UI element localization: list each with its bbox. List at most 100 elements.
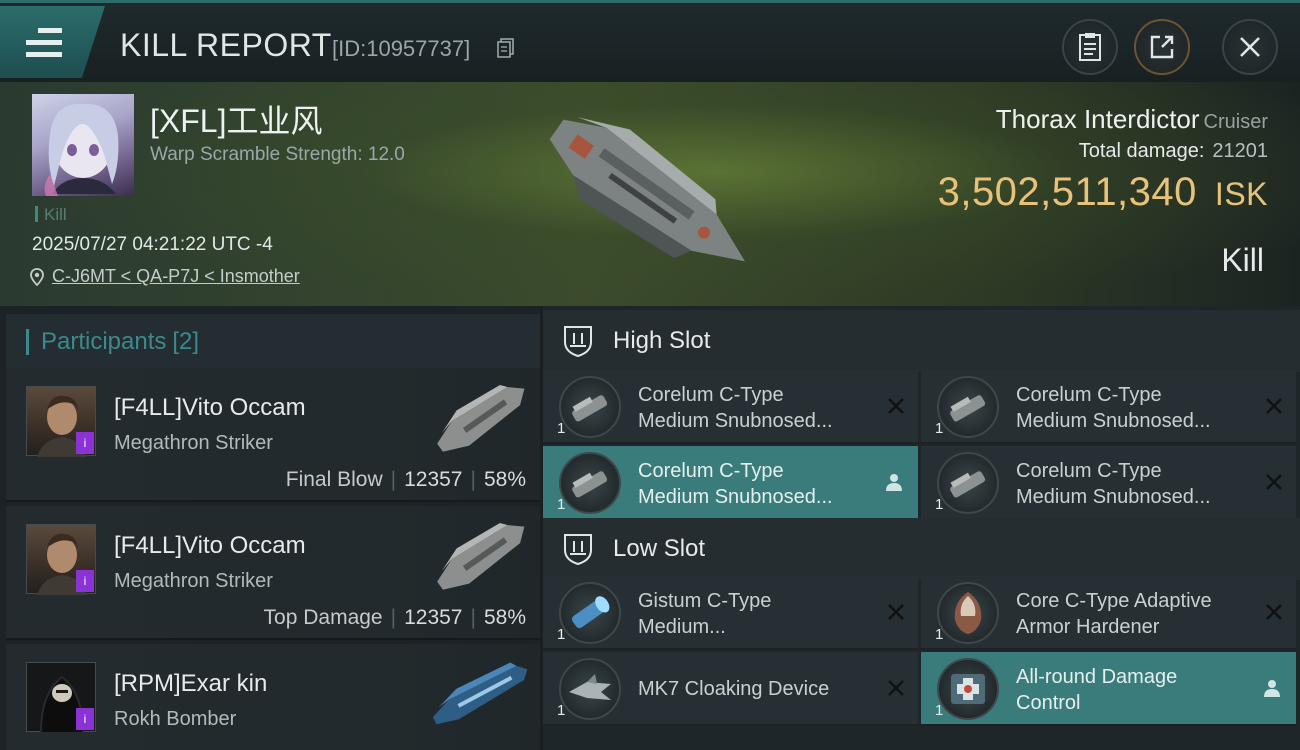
participant-role: Final Blow: [285, 468, 383, 491]
module-item[interactable]: 1 Corelum C-Type Medium Snubnosed...: [543, 370, 918, 444]
kill-result: Kill: [1221, 242, 1264, 278]
participants-header: Participants [2]: [6, 314, 540, 370]
victim-ship[interactable]: Thorax Interdictor Cruiser: [996, 104, 1268, 135]
magnetic-stabilizer-icon: [559, 582, 621, 644]
dropped-person-icon: [1264, 680, 1280, 697]
module-quantity: 1: [557, 702, 566, 719]
low-slot-label: Low Slot: [613, 535, 706, 562]
location-link[interactable]: C-J6MT < QA-P7J < Insmother: [52, 266, 300, 287]
corp-badge-icon: i: [76, 708, 94, 730]
participant-name[interactable]: [F4LL]Vito Occam: [114, 532, 306, 560]
isk-amount: 3,502,511,340: [937, 170, 1197, 214]
participant-role: Top Damage: [263, 606, 383, 629]
blaster-icon: [937, 376, 999, 438]
participant-row[interactable]: i [RPM]Exar kin Rokh Bomber: [6, 644, 540, 750]
module-name: Corelum C-Type Medium Snubnosed...: [1016, 460, 1211, 508]
participant-ship: Megathron Striker: [114, 432, 273, 454]
share-button[interactable]: [1134, 19, 1190, 75]
blaster-icon: [559, 452, 621, 514]
module-quantity: 1: [557, 626, 566, 643]
location-pin-icon: [30, 267, 44, 286]
isk-value: 3,502,511,340 ISK: [938, 170, 1268, 215]
module-item[interactable]: 1 Core C-Type Adaptive Armor Hardener: [921, 576, 1296, 650]
module-quantity: 1: [935, 496, 944, 513]
cloaking-device-icon: [559, 658, 621, 720]
module-item[interactable]: 1 All-round Damage Control: [921, 652, 1296, 726]
close-button[interactable]: [1222, 19, 1278, 75]
destroyed-icon: [1266, 474, 1282, 490]
destroyed-icon: [1266, 398, 1282, 414]
module-item[interactable]: 1 Gistum C-Type Medium...: [543, 576, 918, 650]
participant-ship: Rokh Bomber: [114, 708, 237, 730]
low-slot-icon: [564, 534, 592, 566]
fitting-panel: High Slot 1 Corelum C-Type Medium Snubnos…: [543, 306, 1300, 750]
total-damage: Total damage: 21201: [1079, 140, 1268, 163]
destroyed-icon: [888, 680, 904, 696]
participant-avatar[interactable]: i: [26, 524, 96, 595]
participant-percent: 58%: [483, 606, 526, 629]
low-slot-header: Low Slot: [543, 518, 1300, 580]
module-name: Core C-Type Adaptive Armor Hardener: [1016, 590, 1212, 638]
module-name: Corelum C-Type Medium Snubnosed...: [638, 384, 833, 432]
module-item[interactable]: 1 Corelum C-Type Medium Snubnosed...: [921, 446, 1296, 520]
page-title: KILL REPORT: [120, 27, 332, 63]
module-name: MK7 Cloaking Device: [638, 678, 830, 700]
high-slot-header: High Slot: [543, 310, 1300, 372]
share-icon: [1150, 35, 1174, 59]
participant-ship-image: [437, 522, 525, 590]
participant-row[interactable]: i [F4LL]Vito Occam Megathron Striker Fin…: [6, 368, 540, 502]
victim-ship-class: Cruiser: [1203, 111, 1268, 133]
participant-avatar[interactable]: i: [26, 662, 96, 734]
participants-label: Participants: [41, 328, 167, 355]
participant-avatar[interactable]: i: [26, 386, 96, 457]
participants-panel: Participants [2] i [F4LL]Vito Occam Megat…: [0, 306, 540, 750]
participant-row[interactable]: i [F4LL]Vito Occam Megathron Striker Top…: [6, 506, 540, 640]
module-item[interactable]: 1 Corelum C-Type Medium Snubnosed...: [921, 370, 1296, 444]
module-quantity: 1: [935, 626, 944, 643]
participants-count: [2]: [172, 328, 200, 355]
menu-button[interactable]: [0, 6, 105, 78]
module-name: All-round Damage Control: [1016, 666, 1178, 714]
copy-icon[interactable]: [497, 38, 515, 58]
participant-damage: 12357: [404, 468, 463, 491]
participant-ship-image: [437, 384, 525, 452]
module-quantity: 1: [557, 420, 566, 437]
total-damage-label: Total damage:: [1078, 140, 1205, 162]
participant-name[interactable]: [RPM]Exar kin: [114, 670, 267, 698]
participant-damage: 12357: [404, 606, 463, 629]
victim-name[interactable]: [XFL]工业风: [150, 96, 322, 142]
participant-name[interactable]: [F4LL]Vito Occam: [114, 394, 306, 422]
total-damage-value: 21201: [1212, 140, 1268, 162]
destroyed-icon: [1266, 604, 1282, 620]
clipboard-icon: [1079, 33, 1101, 61]
corp-badge-icon: i: [76, 570, 94, 592]
damage-control-icon: [937, 658, 999, 720]
victim-avatar[interactable]: [32, 94, 134, 196]
participant-percent: 58%: [483, 468, 526, 491]
armor-hardener-icon: [937, 582, 999, 644]
victim-ship-name: Thorax Interdictor: [995, 104, 1200, 134]
clipboard-button[interactable]: [1062, 19, 1118, 75]
module-quantity: 1: [557, 496, 566, 513]
participant-ship-image: [432, 662, 528, 725]
module-name: Corelum C-Type Medium Snubnosed...: [638, 460, 833, 508]
module-item[interactable]: 1 Corelum C-Type Medium Snubnosed...: [543, 446, 918, 520]
high-slot-icon: [564, 326, 592, 358]
module-item[interactable]: 1 MK7 Cloaking Device: [543, 652, 918, 726]
corp-badge-icon: i: [76, 432, 94, 454]
menu-icon: [26, 28, 62, 64]
destroyed-icon: [888, 604, 904, 620]
participant-stats: Final Blow | 12357 | 58%: [285, 468, 526, 491]
module-quantity: 1: [935, 702, 944, 719]
kill-location[interactable]: C-J6MT < QA-P7J < Insmother: [30, 266, 300, 287]
dropped-person-icon: [886, 474, 902, 491]
victim-ship-image: [549, 117, 746, 262]
module-name: Gistum C-Type Medium...: [638, 590, 772, 638]
top-bar: KILL REPORT [ID:10957737]: [0, 0, 1300, 82]
module-name: Corelum C-Type Medium Snubnosed...: [1016, 384, 1211, 432]
close-icon: [1240, 37, 1260, 57]
destroyed-icon: [888, 398, 904, 414]
kill-tag: Kill: [35, 205, 67, 225]
high-slot-label: High Slot: [613, 327, 711, 354]
warp-scramble-strength: Warp Scramble Strength: 12.0: [150, 144, 405, 165]
